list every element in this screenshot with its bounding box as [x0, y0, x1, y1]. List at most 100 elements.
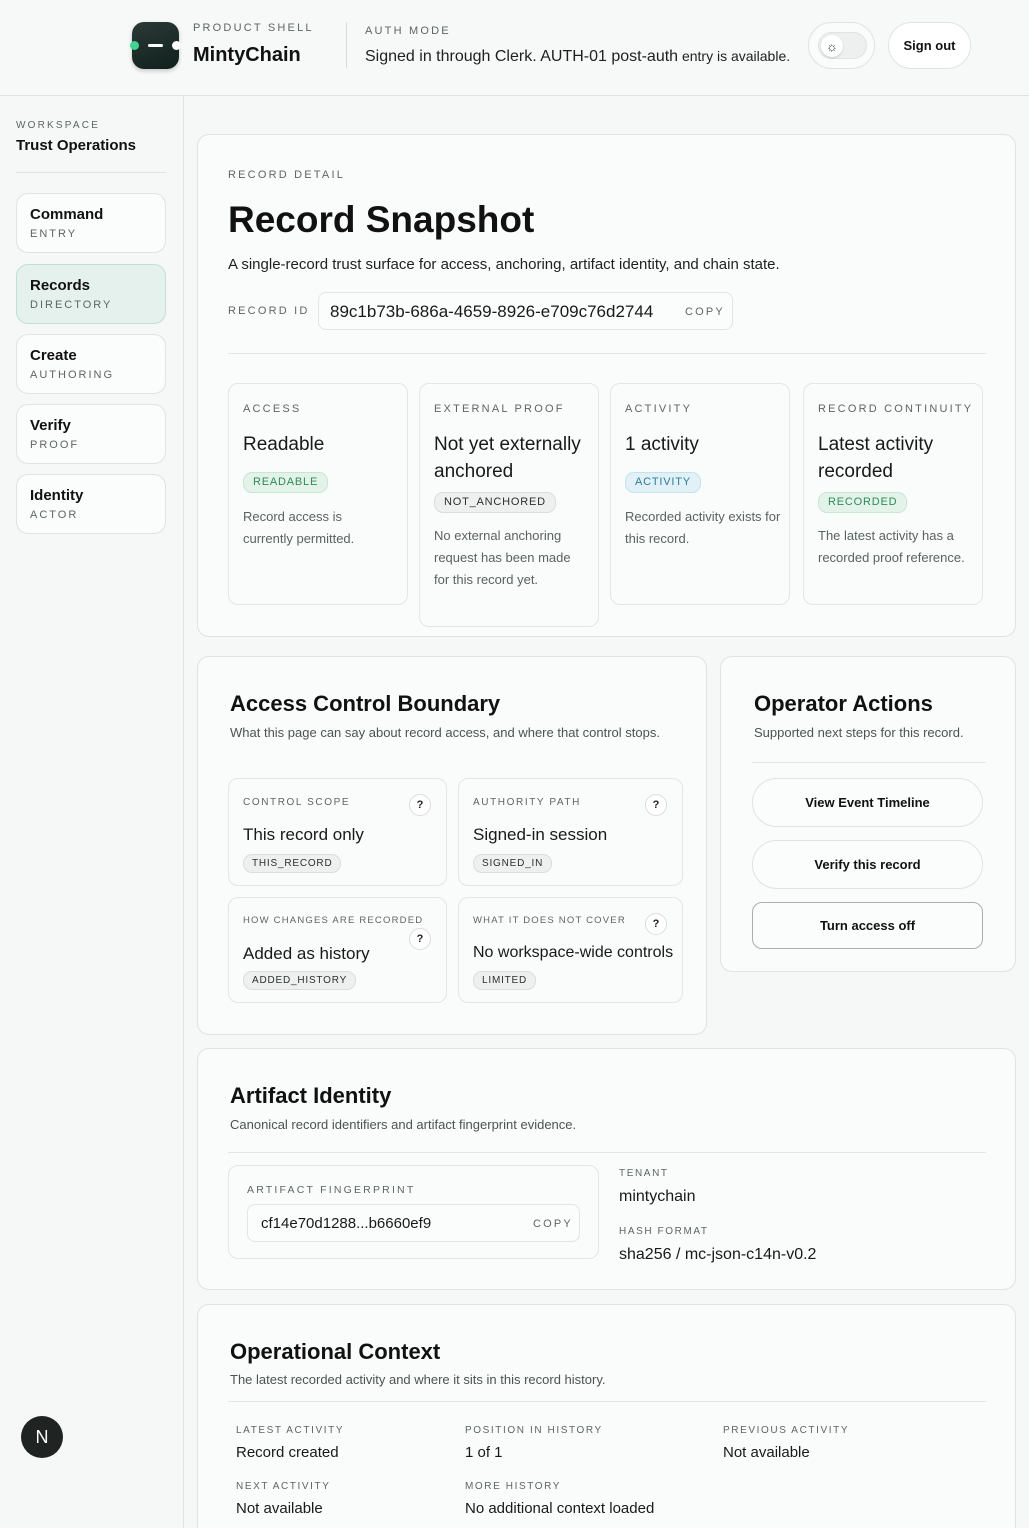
operator-actions-title: Operator Actions — [754, 691, 933, 716]
tile-value: No workspace-wide controls — [473, 944, 674, 961]
control-scope-tile: CONTROL SCOPE ? This record only THIS_RE… — [228, 778, 447, 886]
auth-mode-label: AUTH MODE — [365, 25, 451, 37]
copy-record-id-button[interactable]: COPY — [685, 306, 725, 318]
record-id-box: 89c1b73b-686a-4659-8926-e709c76d2744 COP… — [318, 292, 733, 330]
tile-label: ACCESS — [243, 403, 302, 415]
tile-value: Readable — [243, 434, 325, 455]
copy-fingerprint-button[interactable]: COPY — [533, 1218, 573, 1230]
workspace-name: Trust Operations — [16, 137, 137, 154]
sidebar-item-identity[interactable]: Identity ACTOR — [16, 474, 166, 534]
tile-label: CONTROL SCOPE — [243, 797, 351, 808]
hash-format-label: HASH FORMAT — [619, 1226, 709, 1237]
nav-subtitle: PROOF — [30, 439, 80, 451]
status-badge: SIGNED_IN — [473, 854, 553, 873]
next-activity-value: Not available — [236, 1500, 323, 1517]
previous-activity-value: Not available — [723, 1444, 810, 1461]
authority-path-tile: AUTHORITY PATH ? Signed-in session SIGNE… — [458, 778, 683, 886]
fingerprint-value[interactable]: cf14e70d1288...b6660ef9 — [261, 1215, 431, 1232]
tile-label: WHAT IT DOES NOT COVER — [473, 915, 626, 926]
artifact-identity-card: Artifact Identity Canonical record ident… — [197, 1048, 1016, 1290]
nav-subtitle: AUTHORING — [30, 369, 114, 381]
app-name: MintyChain — [193, 44, 301, 66]
next-activity-label: NEXT ACTIVITY — [236, 1481, 331, 1492]
theme-toggle-track[interactable]: ☼ — [818, 32, 867, 59]
sidebar-item-verify[interactable]: Verify PROOF — [16, 404, 166, 464]
tile-value: 1 activity — [625, 434, 699, 455]
nav-title: Identity — [30, 487, 84, 504]
record-id-value[interactable]: 89c1b73b-686a-4659-8926-e709c76d2744 — [330, 302, 653, 322]
operator-actions-subtitle: Supported next steps for this record. — [754, 725, 964, 740]
latest-activity-label: LATEST ACTIVITY — [236, 1425, 345, 1436]
artifact-identity-subtitle: Canonical record identifiers and artifac… — [230, 1117, 577, 1132]
status-badge: LIMITED — [473, 971, 537, 990]
changes-recorded-tile: HOW CHANGES ARE RECORDED ? Added as hist… — [228, 897, 447, 1003]
section-divider — [752, 762, 986, 763]
tile-label: AUTHORITY PATH — [473, 797, 581, 808]
nav-title: Command — [30, 206, 104, 223]
tile-label: RECORD CONTINUITY — [818, 403, 974, 415]
record-id-label: RECORD ID — [228, 305, 310, 317]
help-icon[interactable]: ? — [645, 794, 667, 816]
nav-subtitle: DIRECTORY — [30, 299, 113, 311]
auth-mode-text: Signed in through Clerk. AUTH-01 post-au… — [365, 48, 791, 65]
activity-tile: ACTIVITY 1 activity ACTIVITY Recorded ac… — [610, 383, 790, 605]
tile-label: ARTIFACT FINGERPRINT — [247, 1184, 416, 1196]
operational-context-subtitle: The latest recorded activity and where i… — [230, 1372, 606, 1387]
sun-icon: ☼ — [821, 35, 843, 57]
more-history-label: MORE HISTORY — [465, 1481, 562, 1492]
more-history-value: No additional context loaded — [465, 1500, 655, 1517]
help-icon[interactable]: ? — [409, 794, 431, 816]
sidebar-divider — [16, 172, 166, 173]
access-control-title: Access Control Boundary — [230, 691, 501, 716]
nav-subtitle: ENTRY — [30, 228, 78, 240]
external-proof-tile: EXTERNAL PROOF Not yet externally anchor… — [419, 383, 599, 627]
status-badge: ADDED_HISTORY — [243, 971, 357, 990]
access-control-subtitle: What this page can say about record acce… — [230, 725, 660, 740]
page-title: Record Snapshot — [228, 199, 535, 240]
tile-value: Not yet externally anchored — [434, 434, 581, 482]
access-tile: ACCESS Readable READABLE Record access i… — [228, 383, 408, 605]
section-divider — [228, 353, 986, 354]
record-continuity-tile: RECORD CONTINUITY Latest activity record… — [803, 383, 983, 605]
tile-value: Signed-in session — [473, 825, 608, 844]
record-snapshot-card: RECORD DETAIL Record Snapshot A single-r… — [197, 134, 1016, 637]
tile-label: ACTIVITY — [625, 403, 693, 415]
operational-context-card: Operational Context The latest recorded … — [197, 1304, 1016, 1528]
turn-access-off-button[interactable]: Turn access off — [752, 902, 983, 949]
position-in-history-value: 1 of 1 — [465, 1444, 503, 1461]
tenant-value: mintychain — [619, 1188, 696, 1205]
previous-activity-label: PREVIOUS ACTIVITY — [723, 1425, 850, 1436]
artifact-fingerprint-tile: ARTIFACT FINGERPRINT cf14e70d1288...b666… — [228, 1165, 599, 1259]
sign-out-button[interactable]: Sign out — [888, 22, 971, 69]
tile-label: HOW CHANGES ARE RECORDED — [243, 915, 424, 926]
nav-subtitle: ACTOR — [30, 509, 79, 521]
status-badge: ACTIVITY — [625, 472, 701, 493]
status-badge: READABLE — [243, 472, 329, 493]
tile-description: Record access is currently permitted. — [243, 509, 355, 546]
user-avatar[interactable]: N — [21, 1416, 63, 1458]
position-in-history-label: POSITION IN HISTORY — [465, 1425, 603, 1436]
theme-toggle[interactable]: ☼ — [808, 22, 875, 69]
sidebar-item-command[interactable]: Command ENTRY — [16, 193, 166, 253]
tile-value: This record only — [243, 825, 364, 844]
operational-context-title: Operational Context — [230, 1339, 441, 1364]
tile-value: Latest activity recorded — [818, 434, 934, 482]
operator-actions-card: Operator Actions Supported next steps fo… — [720, 656, 1016, 972]
help-icon[interactable]: ? — [409, 928, 431, 950]
help-icon[interactable]: ? — [645, 913, 667, 935]
access-control-card: Access Control Boundary What this page c… — [197, 656, 707, 1035]
status-badge: RECORDED — [818, 492, 908, 513]
not-covered-tile: WHAT IT DOES NOT COVER ? No workspace-wi… — [458, 897, 683, 1003]
section-divider — [228, 1152, 986, 1153]
verify-record-button[interactable]: Verify this record — [752, 840, 983, 889]
nav-title: Create — [30, 347, 77, 364]
sidebar-item-create[interactable]: Create AUTHORING — [16, 334, 166, 394]
status-badge: NOT_ANCHORED — [434, 492, 556, 513]
nav-title: Verify — [30, 417, 71, 434]
tile-description: Recorded activity exists for this record… — [625, 509, 781, 546]
view-event-timeline-button[interactable]: View Event Timeline — [752, 778, 983, 827]
app-logo[interactable] — [130, 22, 181, 69]
latest-activity-value: Record created — [236, 1444, 339, 1461]
tenant-label: TENANT — [619, 1168, 669, 1179]
sidebar-item-records[interactable]: Records DIRECTORY — [16, 264, 166, 324]
